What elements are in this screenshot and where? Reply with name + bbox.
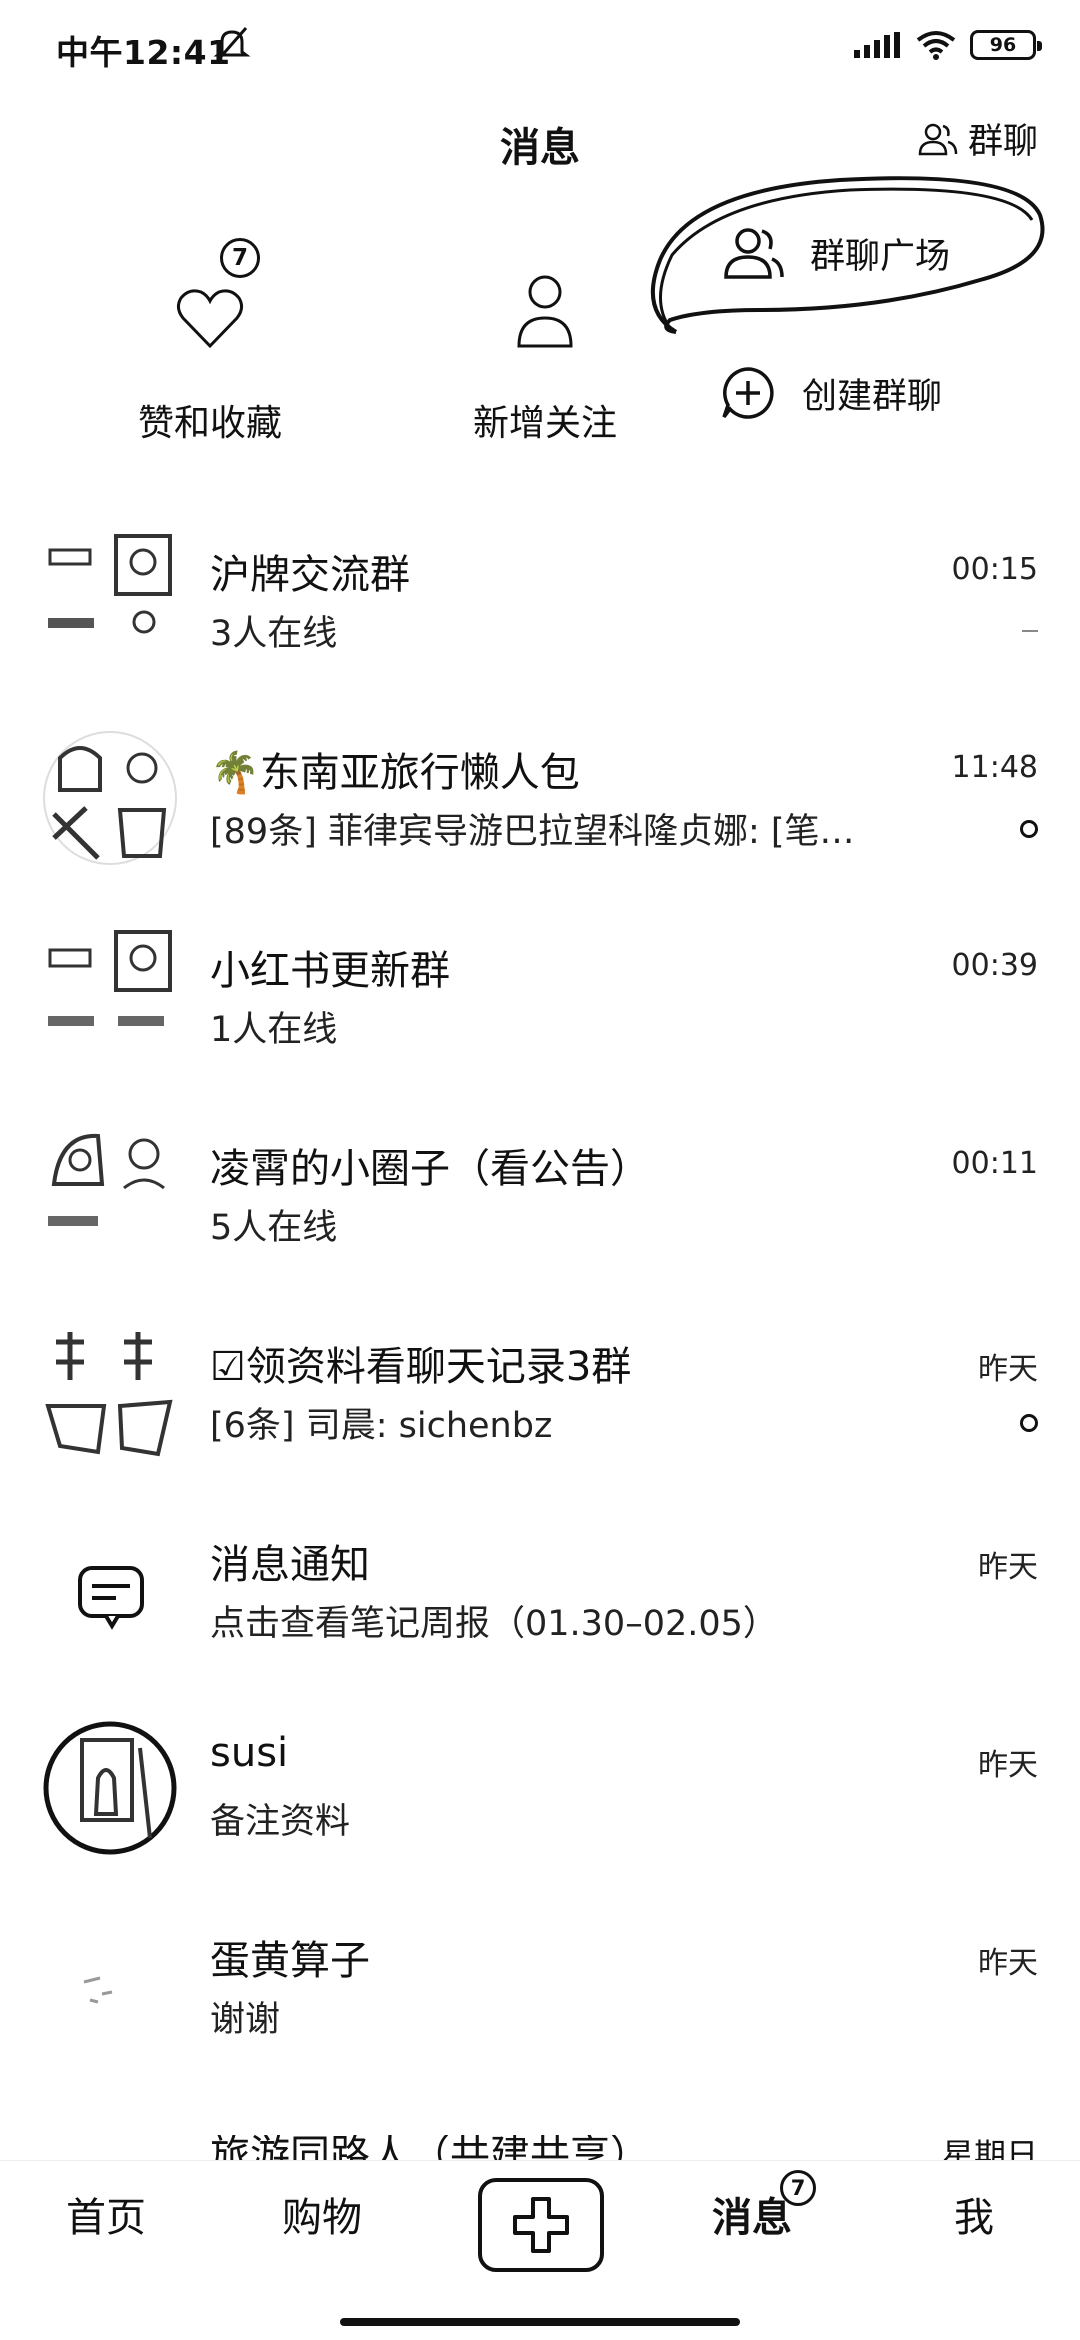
- group-square-item[interactable]: 群聊广场: [720, 225, 950, 281]
- group-icon: [918, 123, 958, 155]
- chat-row[interactable]: ☑领资料看聊天记录3群 [6条] 司晨: sichenbz 昨天: [0, 1322, 1080, 1520]
- status-icons: 96: [854, 30, 1042, 60]
- chat-list: 沪牌交流群 3人在线 00:15 🌴东南亚旅行懒人包 [89条] 菲律宾导游巴拉…: [0, 530, 1080, 2114]
- plus-icon: [513, 2197, 569, 2253]
- group-avatar: [48, 534, 172, 634]
- mute-dot-indicator: [1020, 820, 1038, 838]
- chat-time: 00:39: [951, 948, 1038, 983]
- chat-preview: 谢谢: [210, 2000, 281, 2040]
- group-avatar: [48, 1133, 165, 1226]
- chat-row[interactable]: 凌霄的小圈子（看公告） 5人在线 00:11: [0, 1124, 1080, 1322]
- chat-preview: 5人在线: [210, 1208, 338, 1248]
- chat-time: 00:15: [951, 552, 1038, 587]
- chat-name: 🌴东南亚旅行懒人包: [210, 750, 580, 796]
- user-avatar: [43, 1721, 177, 1855]
- status-time: 中午12:41: [56, 33, 231, 72]
- mute-dot-indicator: [1020, 1414, 1038, 1432]
- chat-name: 消息通知: [210, 1542, 370, 1588]
- chat-preview: 备注资料: [210, 1802, 351, 1842]
- chat-preview: [89条] 菲律宾导游巴拉望科隆贞娜: [笔…: [210, 812, 855, 852]
- chat-time: 11:48: [951, 750, 1038, 785]
- palm-tree-icon: 🌴: [210, 750, 260, 796]
- chat-row[interactable]: 小红书更新群 1人在线 00:39: [0, 926, 1080, 1124]
- chat-name: 沪牌交流群: [210, 552, 410, 598]
- message-bubble-icon: [78, 1566, 144, 1630]
- chat-time: 昨天: [978, 1748, 1038, 1783]
- user-avatar: [83, 1976, 113, 2004]
- group-square-label: 群聊广场: [810, 236, 951, 277]
- checkbox-icon: ☑: [210, 1344, 246, 1390]
- signal-icon: [854, 32, 900, 58]
- messages-badge: 7: [780, 2170, 816, 2206]
- muted-indicator: [1022, 630, 1038, 632]
- chat-time: 昨天: [978, 1946, 1038, 1981]
- tab-shop[interactable]: 购物: [282, 2185, 362, 2243]
- home-indicator[interactable]: [340, 2318, 740, 2326]
- chat-row[interactable]: susi 备注资料 昨天: [0, 1718, 1080, 1916]
- likes-and-favorites[interactable]: 7 赞和收藏: [80, 238, 340, 446]
- chat-time: 昨天: [978, 1352, 1038, 1387]
- chat-preview: [6条] 司晨: sichenbz: [210, 1406, 553, 1446]
- group-chat-label: 群聊: [967, 122, 1038, 162]
- chat-name: 蛋黄算子: [210, 1938, 370, 1984]
- chat-preview: 3人在线: [210, 614, 338, 654]
- group-chat-button[interactable]: 群聊: [918, 113, 1038, 164]
- create-group-label: 创建群聊: [802, 376, 943, 417]
- chat-name: 凌霄的小圈子（看公告）: [210, 1146, 650, 1192]
- follows-label: 新增关注: [472, 403, 617, 444]
- mute-bell-icon: [213, 27, 251, 61]
- chat-row[interactable]: 消息通知 点击查看笔记周报（01.30–02.05） 昨天: [0, 1520, 1080, 1718]
- group-chat-menu: 群聊广场 创建群聊: [668, 175, 1048, 475]
- chat-name: susi: [210, 1730, 289, 1776]
- wifi-icon: [916, 31, 956, 60]
- heart-icon: [176, 289, 244, 349]
- chat-name: 小红书更新群: [210, 948, 450, 994]
- person-icon: [517, 275, 573, 348]
- group-icon: [724, 228, 784, 279]
- chat-row[interactable]: 🌴东南亚旅行懒人包 [89条] 菲律宾导游巴拉望科隆贞娜: [笔… 11:48: [0, 728, 1080, 926]
- add-post-button[interactable]: [478, 2178, 604, 2272]
- create-group-item[interactable]: 创建群聊: [720, 365, 942, 421]
- chat-time: 昨天: [978, 1550, 1038, 1585]
- battery-indicator: 96: [970, 30, 1042, 60]
- add-chat-icon: [722, 367, 774, 419]
- chat-row[interactable]: 蛋黄算子 谢谢 昨天: [0, 1916, 1080, 2114]
- chat-time: 00:11: [951, 1146, 1038, 1181]
- chat-preview: 点击查看笔记周报（01.30–02.05）: [210, 1604, 778, 1644]
- group-avatar: [45, 1332, 173, 1457]
- group-avatar: [48, 930, 172, 1026]
- tab-me[interactable]: 我: [954, 2185, 994, 2243]
- new-follows[interactable]: 新增关注: [415, 240, 675, 446]
- likes-badge: 7: [220, 238, 260, 278]
- tab-home[interactable]: 首页: [66, 2185, 146, 2243]
- likes-label: 赞和收藏: [137, 403, 282, 444]
- chat-row[interactable]: 沪牌交流群 3人在线 00:15: [0, 530, 1080, 728]
- chat-preview: 1人在线: [210, 1010, 338, 1050]
- group-avatar: [43, 731, 177, 865]
- chat-name: ☑领资料看聊天记录3群: [210, 1344, 632, 1390]
- status-bar: 中午12:41 96: [0, 0, 1080, 95]
